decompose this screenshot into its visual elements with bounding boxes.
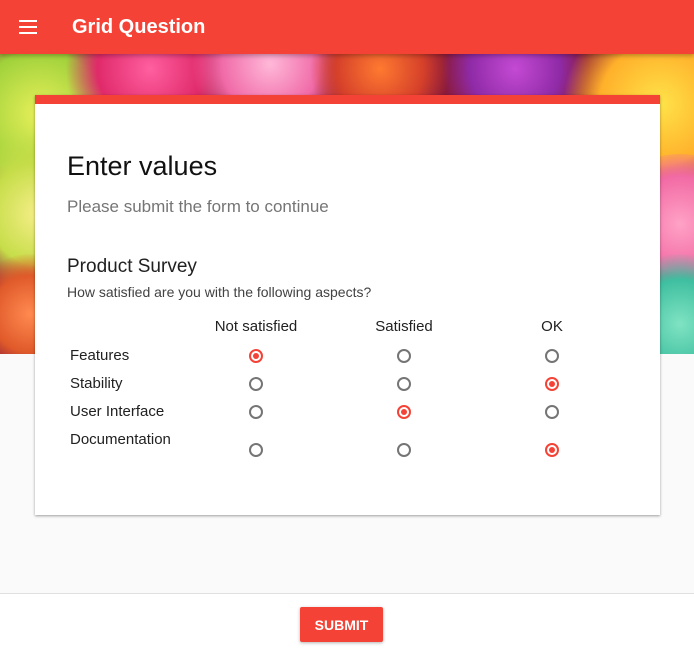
radio-user-interface-not-satisfied[interactable] (249, 405, 263, 419)
column-header-satisfied: Satisfied (375, 318, 433, 335)
radio-documentation-ok[interactable] (545, 443, 559, 457)
column-header-not-satisfied: Not satisfied (214, 318, 298, 335)
column-header-ok: OK (541, 318, 563, 335)
form-description: Please submit the form to continue (67, 197, 329, 216)
menu-button[interactable] (0, 0, 56, 54)
row-label-documentation: Documentation (70, 431, 171, 448)
radio-documentation-not-satisfied[interactable] (249, 443, 263, 457)
footer-bar: SUBMIT (0, 593, 694, 655)
question-help-text: How satisfied are you with the following… (67, 284, 372, 300)
radio-features-ok[interactable] (545, 349, 559, 363)
form-title: Enter values (67, 151, 218, 181)
radio-features-satisfied[interactable] (397, 349, 411, 363)
menu-icon (19, 20, 37, 34)
app-bar: Grid Question (0, 0, 694, 54)
row-label-stability: Stability (70, 375, 123, 392)
form-card: Enter values Please submit the form to c… (35, 95, 660, 515)
radio-stability-satisfied[interactable] (397, 377, 411, 391)
radio-features-not-satisfied[interactable] (249, 349, 263, 363)
row-label-user-interface: User Interface (70, 403, 165, 420)
radio-stability-ok[interactable] (545, 377, 559, 391)
row-label-features: Features (70, 347, 130, 364)
radio-user-interface-satisfied[interactable] (397, 405, 411, 419)
submit-button[interactable]: SUBMIT (300, 607, 383, 642)
radio-user-interface-ok[interactable] (545, 405, 559, 419)
question-title: Product Survey (67, 256, 197, 277)
radio-stability-not-satisfied[interactable] (249, 377, 263, 391)
app-title: Grid Question (72, 15, 206, 38)
radio-documentation-satisfied[interactable] (397, 443, 411, 457)
